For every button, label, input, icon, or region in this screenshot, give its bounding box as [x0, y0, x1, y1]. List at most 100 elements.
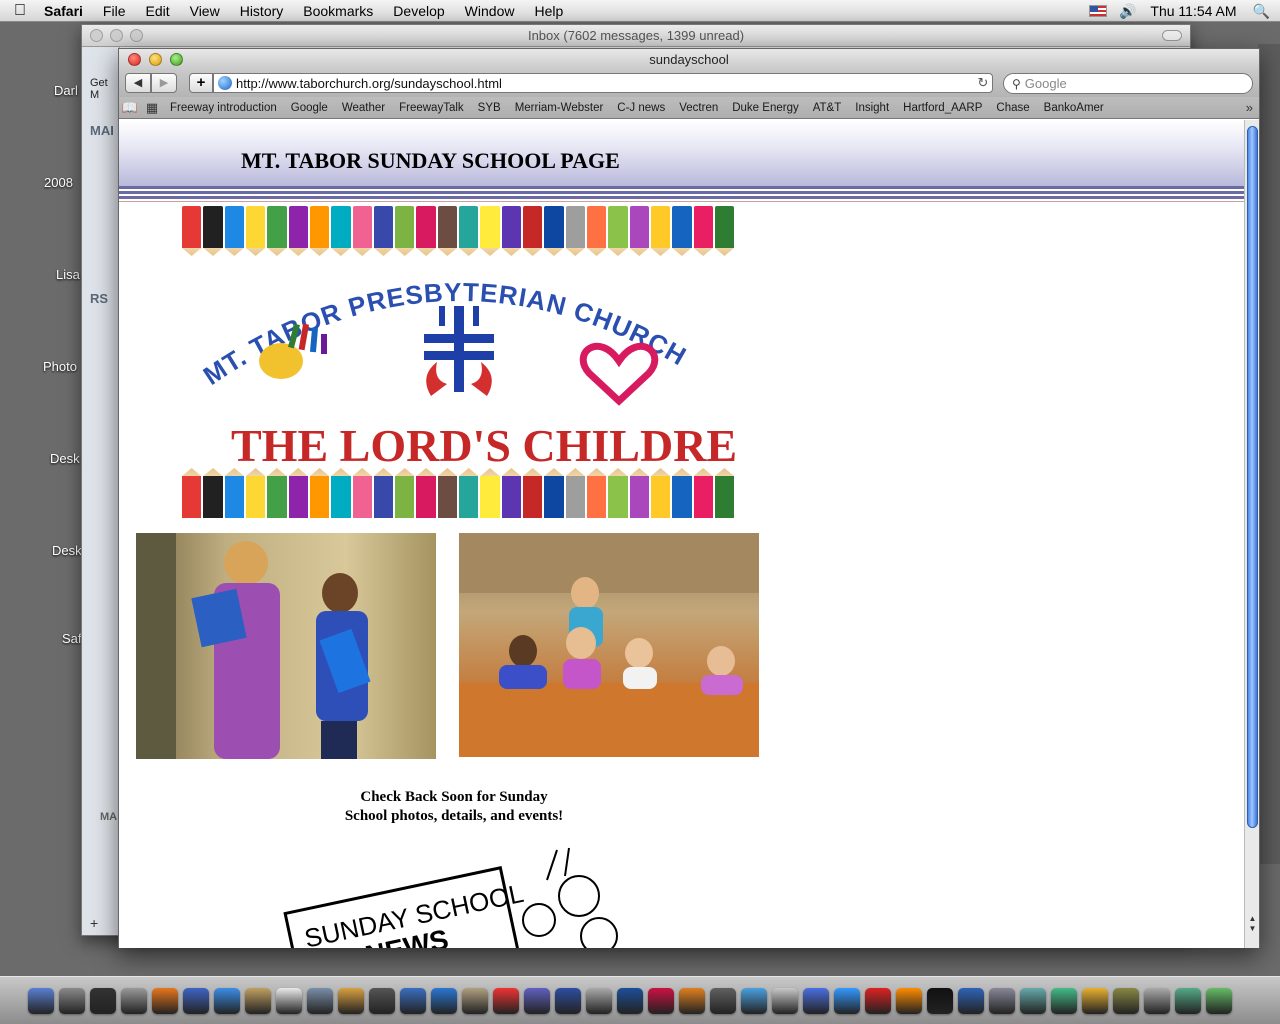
dock-app-icon[interactable]	[1206, 987, 1232, 1014]
bookmark-link[interactable]: AT&T	[806, 102, 849, 114]
safari-titlebar[interactable]: sundayschool	[119, 49, 1259, 71]
add-mailbox-button[interactable]: +	[90, 915, 98, 931]
bookmark-link[interactable]: Insight	[848, 102, 896, 114]
desktop-item-label[interactable]: 2008	[44, 175, 73, 190]
safari-window[interactable]: sundayschool ◀ ▶ + http://www.taborchurc…	[118, 48, 1260, 948]
scrollbar-thumb[interactable]	[1247, 126, 1258, 828]
desktop-item-label[interactable]: Desk	[50, 451, 80, 466]
bookmark-link[interactable]: Duke Energy	[725, 102, 805, 114]
desktop-item-label[interactable]: Darl	[54, 83, 78, 98]
dock-app-icon[interactable]	[648, 987, 674, 1014]
menubar-clock[interactable]: Thu 11:54 AM	[1150, 3, 1236, 19]
dock-app-icon[interactable]	[555, 987, 581, 1014]
vertical-scrollbar[interactable]: ▲ ▼	[1244, 120, 1259, 948]
forward-button[interactable]: ▶	[151, 73, 177, 93]
dock-app-icon[interactable]	[90, 987, 116, 1014]
spotlight-search-icon[interactable]: 🔍	[1253, 3, 1270, 20]
toolbar-toggle-button[interactable]	[1162, 30, 1182, 41]
dock-app-icon[interactable]	[121, 987, 147, 1014]
minimize-button[interactable]	[149, 53, 162, 66]
dock-app-icon[interactable]	[369, 987, 395, 1014]
dock-app-icon[interactable]	[772, 987, 798, 1014]
dock-app-icon[interactable]	[245, 987, 271, 1014]
dock-app-icon[interactable]	[834, 987, 860, 1014]
dock-app-icon[interactable]	[927, 987, 953, 1014]
bookmark-link[interactable]: Weather	[335, 102, 392, 114]
bookmark-link[interactable]: Hartford_AARP	[896, 102, 989, 114]
dock-app-icon[interactable]	[710, 987, 736, 1014]
dock-app-icon[interactable]	[338, 987, 364, 1014]
dock-app-icon[interactable]	[1113, 987, 1139, 1014]
desktop-item-label[interactable]: Desk	[52, 543, 82, 558]
desktop-item-label[interactable]: Lisa	[56, 267, 80, 282]
url-text[interactable]: http://www.taborchurch.org/sundayschool.…	[236, 76, 974, 91]
menu-window[interactable]: Window	[455, 3, 525, 19]
close-button[interactable]	[128, 53, 141, 66]
menu-view[interactable]: View	[180, 3, 230, 19]
dock-app-icon[interactable]	[865, 987, 891, 1014]
menu-edit[interactable]: Edit	[135, 3, 179, 19]
scroll-arrows[interactable]: ▲ ▼	[1245, 914, 1260, 934]
close-button[interactable]	[90, 29, 103, 42]
menu-app[interactable]: Safari	[40, 3, 93, 19]
dock-app-icon[interactable]	[617, 987, 643, 1014]
volume-icon[interactable]: 🔊	[1119, 3, 1136, 20]
dock-app-icon[interactable]	[214, 987, 240, 1014]
bookmark-link[interactable]: Freeway introduction	[163, 102, 284, 114]
desktop-item-label[interactable]: Photo	[43, 359, 77, 374]
bookmark-link[interactable]: FreewayTalk	[392, 102, 471, 114]
dock-app-icon[interactable]	[431, 987, 457, 1014]
us-flag-input-icon[interactable]	[1088, 5, 1107, 17]
dock-app-icon[interactable]	[896, 987, 922, 1014]
desktop-item-label[interactable]: Saf	[62, 631, 82, 646]
top-sites-grid-icon[interactable]: ▦	[141, 100, 163, 116]
dock-app-icon[interactable]	[679, 987, 705, 1014]
dock-app-icon[interactable]	[803, 987, 829, 1014]
bookmark-link[interactable]: SYB	[471, 102, 508, 114]
rss-section-header[interactable]: RS	[90, 291, 108, 306]
dock-app-icon[interactable]	[958, 987, 984, 1014]
reading-list-book-icon[interactable]: 📖	[119, 100, 141, 116]
dock-app-icon[interactable]	[1051, 987, 1077, 1014]
bookmark-link[interactable]: Chase	[989, 102, 1036, 114]
dock-app-icon[interactable]	[741, 987, 767, 1014]
dock-app-icon[interactable]	[462, 987, 488, 1014]
zoom-button[interactable]	[170, 53, 183, 66]
back-button[interactable]: ◀	[125, 73, 151, 93]
menu-file[interactable]: File	[93, 3, 136, 19]
dock-app-icon[interactable]	[152, 987, 178, 1014]
menu-history[interactable]: History	[230, 3, 294, 19]
menu-help[interactable]: Help	[524, 3, 573, 19]
address-bar[interactable]: http://www.taborchurch.org/sundayschool.…	[213, 73, 993, 93]
bookmark-link[interactable]: BankoAmer	[1037, 102, 1111, 114]
bookmark-link[interactable]: Merriam-Webster	[508, 102, 611, 114]
reload-icon[interactable]: ↻	[974, 75, 992, 91]
dock-app-icon[interactable]	[183, 987, 209, 1014]
bookmark-link[interactable]: Vectren	[672, 102, 725, 114]
more-bookmarks-chevron-icon[interactable]: »	[1246, 100, 1253, 115]
mail-titlebar[interactable]: Inbox (7602 messages, 1399 unread)	[82, 25, 1190, 47]
menu-develop[interactable]: Develop	[383, 3, 454, 19]
dock-app-icon[interactable]	[493, 987, 519, 1014]
dock-app-icon[interactable]	[524, 987, 550, 1014]
bookmark-link[interactable]: Google	[284, 102, 335, 114]
add-bookmark-button[interactable]: +	[189, 73, 213, 93]
dock-app-icon[interactable]	[28, 987, 54, 1014]
dock-app-icon[interactable]	[59, 987, 85, 1014]
dock-app-icon[interactable]	[1082, 987, 1108, 1014]
dock-app-icon[interactable]	[1020, 987, 1046, 1014]
apple-menu-icon[interactable]: 	[0, 2, 40, 20]
dock-app-icon[interactable]	[400, 987, 426, 1014]
dock-app-icon[interactable]	[307, 987, 333, 1014]
minimize-button[interactable]	[110, 29, 123, 42]
zoom-button[interactable]	[130, 29, 143, 42]
search-field[interactable]: ⚲ Google	[1003, 73, 1253, 94]
get-mail-button[interactable]: Get M	[90, 77, 119, 101]
dock-app-icon[interactable]	[276, 987, 302, 1014]
dock-app-icon[interactable]	[989, 987, 1015, 1014]
bookmark-link[interactable]: C-J news	[610, 102, 672, 114]
dock-app-icon[interactable]	[1175, 987, 1201, 1014]
menu-bookmarks[interactable]: Bookmarks	[293, 3, 383, 19]
dock-app-icon[interactable]	[586, 987, 612, 1014]
dock-app-icon[interactable]	[1144, 987, 1170, 1014]
